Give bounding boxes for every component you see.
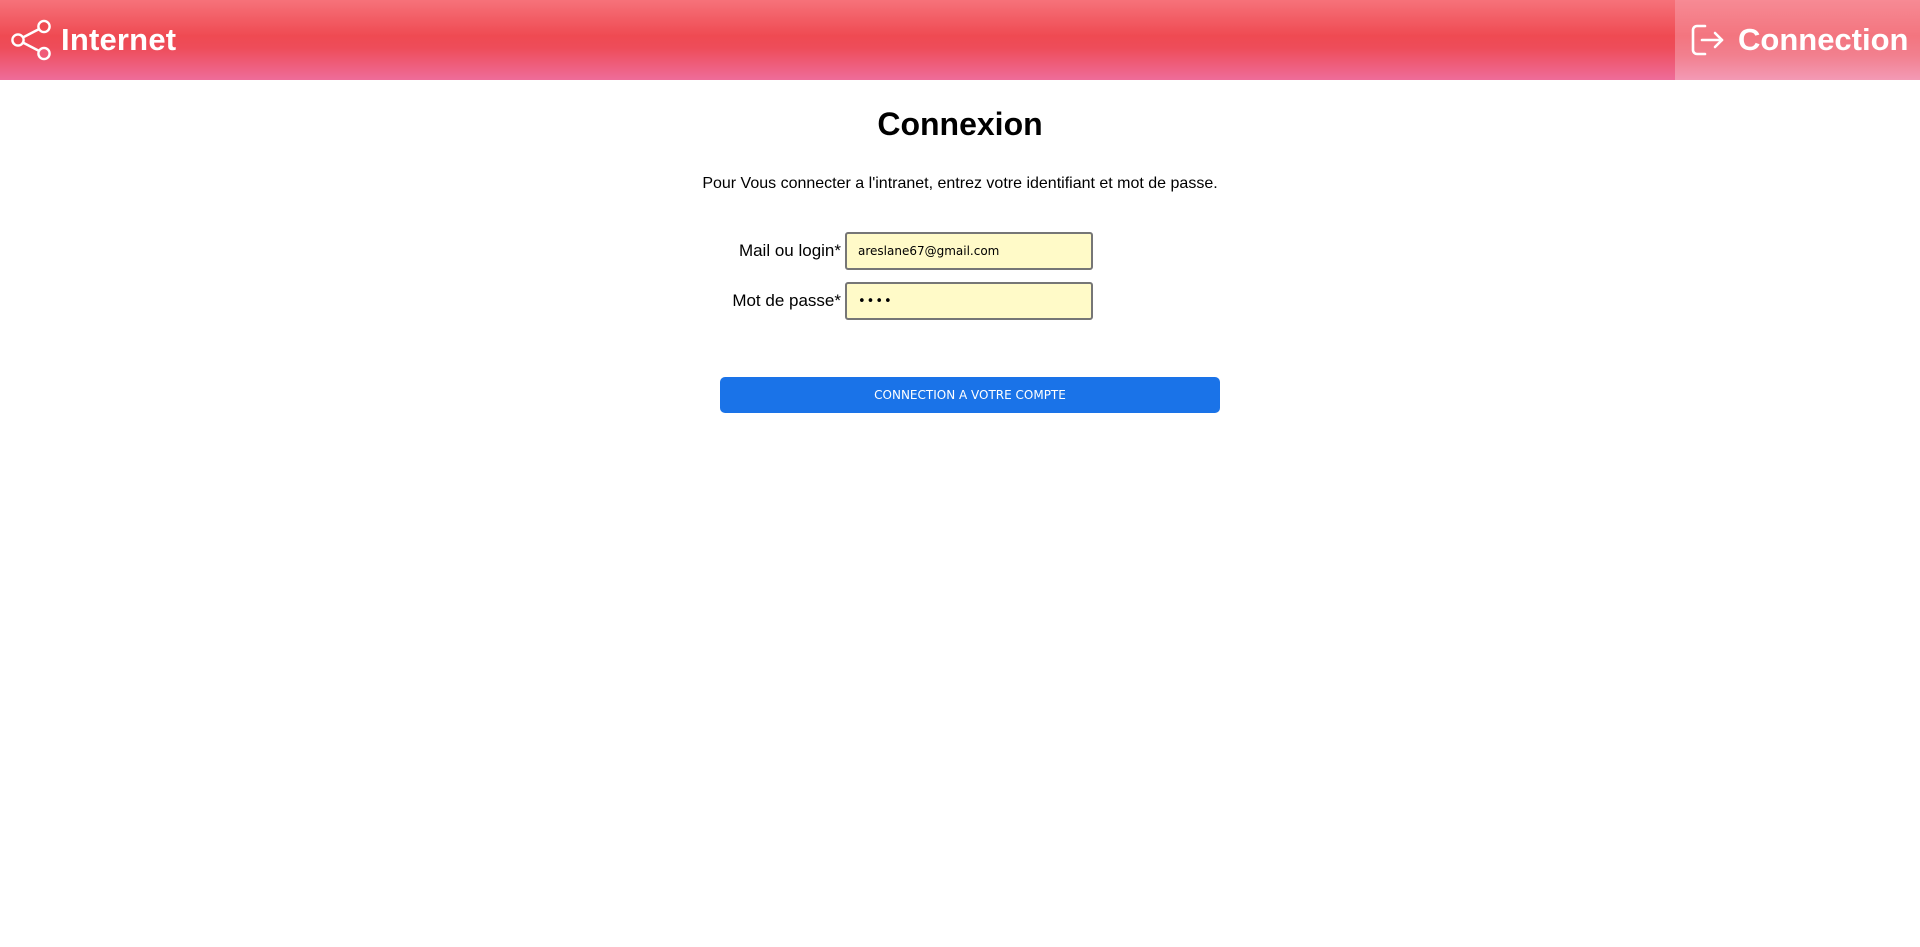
brand-link[interactable]: Internet xyxy=(10,18,176,62)
login-input[interactable] xyxy=(845,232,1093,270)
password-input[interactable] xyxy=(845,282,1093,320)
login-field-label: Mail ou login* xyxy=(738,241,841,260)
brand-label: Internet xyxy=(61,22,177,57)
password-field-label: Mot de passe* xyxy=(732,291,841,310)
top-bar: Internet Connection xyxy=(0,0,1920,80)
submit-button[interactable]: CONNECTION A VOTRE COMPTE xyxy=(720,377,1220,413)
intro-text: Pour Vous connecter a l'intranet, entrez… xyxy=(702,175,1218,192)
page-title: Connexion xyxy=(877,106,1043,142)
login-link[interactable]: Connection xyxy=(1675,0,1920,80)
share-icon xyxy=(11,19,51,61)
sign-in-icon xyxy=(1691,24,1724,56)
login-label: Connection xyxy=(1738,22,1909,57)
